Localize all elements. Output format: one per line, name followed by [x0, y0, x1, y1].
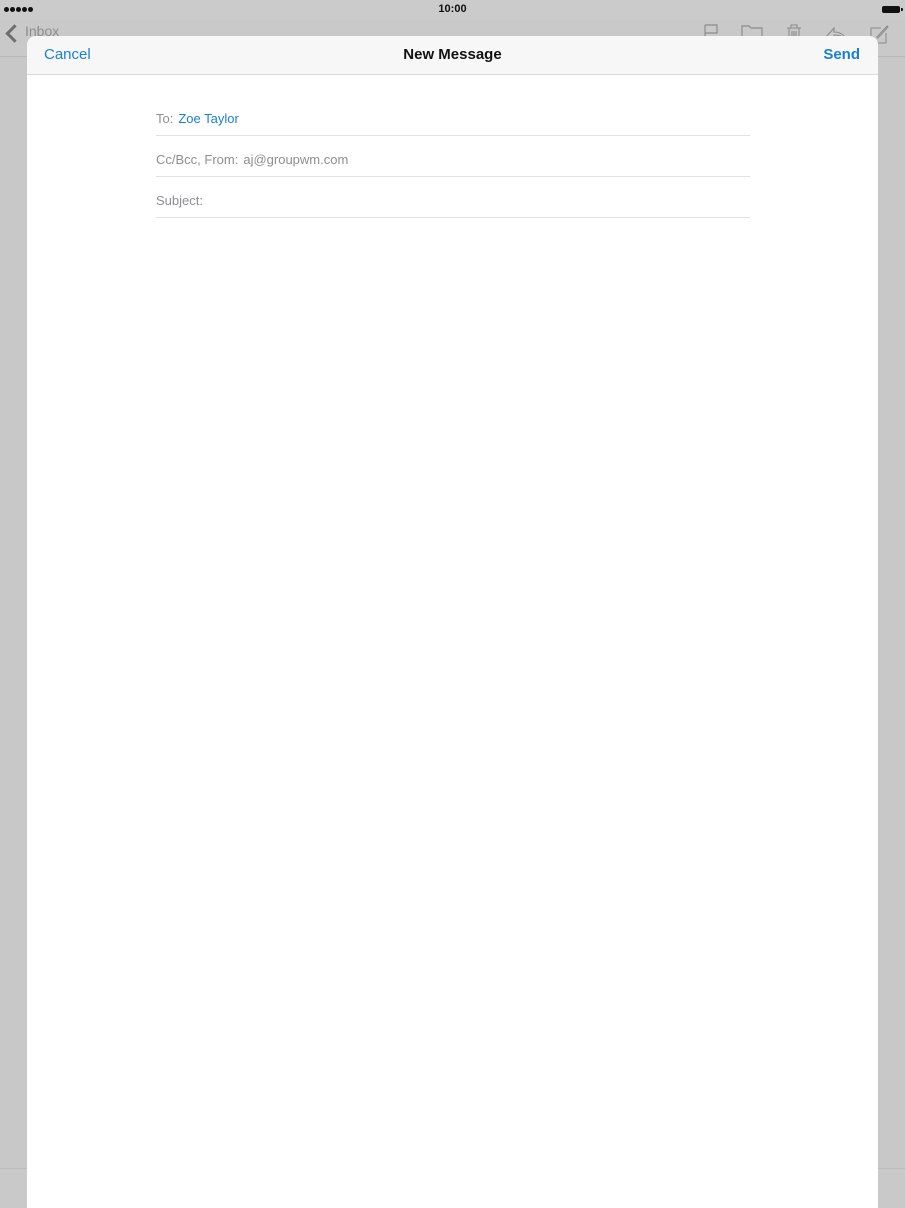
- status-time: 10:00: [438, 3, 467, 15]
- to-field[interactable]: To: Zoe Taylor: [156, 95, 750, 136]
- message-body[interactable]: [156, 226, 750, 1186]
- status-bar: 10:00: [0, 0, 905, 20]
- subject-field[interactable]: Subject:: [156, 177, 750, 218]
- chevron-left-icon: [5, 24, 24, 43]
- compose-title: New Message: [403, 46, 502, 63]
- screen: 10:00 Inbox Cancel New Message Send To: …: [0, 0, 905, 1208]
- ccbcc-from-label: Cc/Bcc, From:: [156, 152, 239, 167]
- to-label: To:: [156, 111, 174, 126]
- compose-sheet: Cancel New Message Send To: Zoe Taylor C…: [27, 36, 878, 1208]
- subject-label: Subject:: [156, 193, 203, 208]
- to-recipient-token[interactable]: Zoe Taylor: [178, 111, 238, 126]
- compose-header-fields: To: Zoe Taylor Cc/Bcc, From: aj@groupwm.…: [156, 95, 750, 218]
- battery-icon: [882, 6, 903, 13]
- ccbcc-from-field[interactable]: Cc/Bcc, From: aj@groupwm.com: [156, 136, 750, 177]
- compose-nav-bar: Cancel New Message Send: [27, 36, 878, 75]
- from-address[interactable]: aj@groupwm.com: [243, 152, 348, 167]
- send-button[interactable]: Send: [823, 46, 860, 63]
